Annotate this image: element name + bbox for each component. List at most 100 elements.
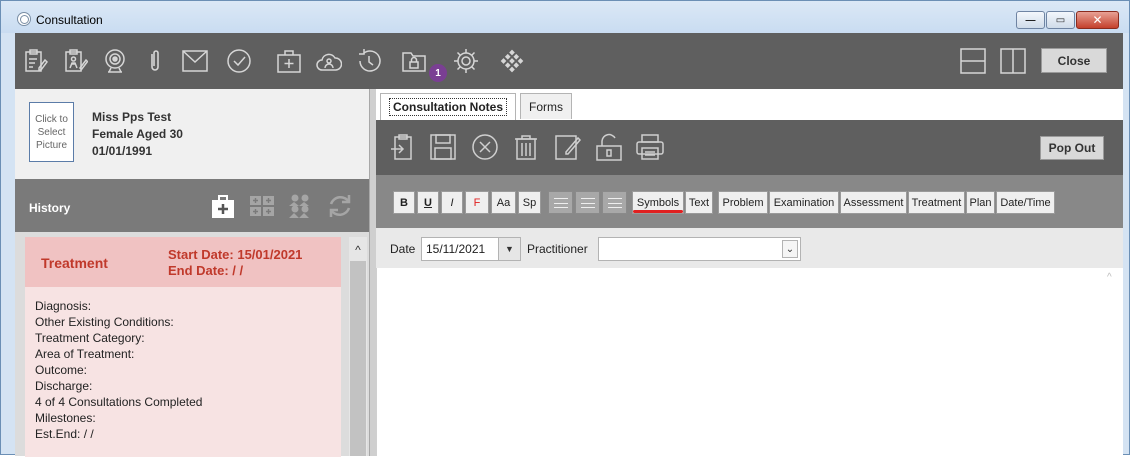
treatment-button[interactable]: Treatment (908, 191, 965, 214)
consultation-window: Consultation — ▭ ✕ 1 Close Click to Sele… (0, 0, 1130, 457)
card-line: 4 of 4 Consultations Completed (35, 395, 203, 409)
layout-horizontal-icon[interactable] (959, 47, 987, 75)
unlock-icon[interactable] (594, 132, 624, 162)
card-line: Discharge: (35, 379, 93, 393)
chevron-up-icon[interactable]: ^ (351, 243, 365, 257)
notes-scrollbar[interactable]: ^ (1105, 272, 1119, 452)
bold-button[interactable]: B (393, 191, 415, 214)
maximize-icon: ▭ (1055, 14, 1066, 26)
treatment-card-body: Diagnosis: Other Existing Conditions: Tr… (35, 298, 202, 442)
history-list: Treatment Start Date: 15/01/2021 End Dat… (15, 232, 369, 457)
treatment-card[interactable]: Treatment Start Date: 15/01/2021 End Dat… (25, 237, 341, 457)
card-line: Diagnosis: (35, 299, 92, 313)
cloud-people-icon[interactable] (315, 47, 343, 75)
date-picker[interactable]: 15/11/2021 ▼ (421, 237, 521, 261)
format-bar: B U I F Aa Sp Symbols Text Problem Exami… (376, 175, 1123, 228)
treatment-dates: Start Date: 15/01/2021 End Date: / / (168, 247, 302, 279)
import-icon[interactable] (388, 132, 418, 162)
patient-name: Miss Pps Test (92, 110, 172, 124)
folder-badge: 1 (429, 64, 447, 82)
tab-forms[interactable]: Forms (520, 93, 572, 119)
date-value: 15/11/2021 (426, 242, 486, 256)
layout-vertical-icon[interactable] (999, 47, 1027, 75)
notes-toolbar: Pop Out (376, 120, 1123, 175)
symbols-highlight (633, 210, 683, 213)
minimize-button[interactable]: — (1016, 11, 1045, 29)
card-line: Outcome: (35, 363, 88, 377)
practitioner-select[interactable]: ⌄ (598, 237, 801, 261)
app-logo-icon (17, 12, 31, 26)
folder-lock-icon[interactable] (400, 47, 428, 75)
save-icon[interactable] (428, 132, 458, 162)
trash-icon[interactable] (511, 132, 541, 162)
people-group-icon[interactable] (285, 191, 315, 221)
practitioner-label: Practitioner (527, 242, 588, 256)
align-center-icon (580, 197, 595, 208)
gear-icon[interactable] (452, 47, 480, 75)
date-time-button[interactable]: Date/Time (996, 191, 1055, 214)
align-right-icon (607, 197, 622, 208)
history-clock-icon[interactable] (355, 47, 383, 75)
align-left-icon (553, 197, 568, 208)
clipboard-edit-icon[interactable] (21, 47, 49, 75)
window-close-button[interactable]: ✕ (1076, 11, 1119, 29)
align-right-button[interactable] (602, 191, 627, 214)
window-controls: — ▭ ✕ (1016, 11, 1119, 29)
clipboard-person-icon[interactable] (61, 47, 89, 75)
examination-button[interactable]: Examination (769, 191, 839, 214)
chevron-up-icon[interactable]: ^ (1107, 272, 1112, 283)
edit-note-icon[interactable] (553, 132, 583, 162)
pane-splitter[interactable] (369, 89, 376, 456)
problem-button[interactable]: Problem (718, 191, 768, 214)
title-bar: Consultation — ▭ ✕ (1, 1, 1129, 33)
webcam-icon[interactable] (101, 47, 129, 75)
card-line: Milestones: (35, 411, 96, 425)
refresh-icon[interactable] (325, 191, 355, 221)
patient-gender-age: Female Aged 30 (92, 127, 183, 141)
align-center-button[interactable] (575, 191, 600, 214)
select-picture-button[interactable]: Click to Select Picture (29, 102, 74, 162)
patient-header: Click to Select Picture Miss Pps Test Fe… (15, 89, 369, 179)
medical-grid-icon[interactable] (247, 191, 277, 221)
medical-kit-icon[interactable] (275, 47, 303, 75)
history-bar: History (15, 179, 369, 232)
treatment-title: Treatment (41, 255, 108, 271)
patient-dob: 01/01/1991 (92, 144, 153, 158)
maximize-button[interactable]: ▭ (1046, 11, 1075, 29)
tab-consultation-notes[interactable]: Consultation Notes (380, 93, 516, 120)
minimize-icon: — (1025, 14, 1036, 26)
card-line: Other Existing Conditions: (35, 315, 174, 329)
close-icon: ✕ (1092, 13, 1103, 27)
align-left-button[interactable] (548, 191, 573, 214)
checkmark-circle-icon[interactable] (225, 47, 253, 75)
card-line: Treatment Category: (35, 331, 145, 345)
paperclip-icon[interactable] (141, 47, 169, 75)
font-color-button[interactable]: F (465, 191, 489, 214)
main-toolbar: 1 Close (15, 33, 1123, 89)
underline-button[interactable]: U (417, 191, 439, 214)
plan-button[interactable]: Plan (966, 191, 995, 214)
chevron-down-icon[interactable]: ⌄ (782, 240, 798, 258)
printer-icon[interactable] (635, 132, 665, 162)
tab-strip: Consultation Notes Forms (376, 89, 1123, 120)
pop-out-button[interactable]: Pop Out (1040, 136, 1104, 160)
italic-button[interactable]: I (441, 191, 463, 214)
add-medical-icon[interactable] (208, 191, 238, 221)
triangle-down-icon[interactable]: ▼ (498, 238, 520, 260)
history-label: History (29, 201, 71, 215)
cancel-circle-icon[interactable] (470, 132, 500, 162)
spellcheck-button[interactable]: Sp (518, 191, 541, 214)
envelope-icon[interactable] (181, 47, 209, 75)
treatment-card-header: Treatment Start Date: 15/01/2021 End Dat… (25, 237, 341, 287)
card-line: Est.End: / / (35, 427, 94, 441)
notes-editor[interactable]: ^ (376, 268, 1123, 456)
close-button[interactable]: Close (1041, 48, 1107, 73)
card-line: Area of Treatment: (35, 347, 135, 361)
treatment-start-date: Start Date: 15/01/2021 (168, 247, 303, 262)
grid-diamond-icon[interactable] (498, 47, 526, 75)
text-button[interactable]: Text (685, 191, 713, 214)
assessment-button[interactable]: Assessment (840, 191, 907, 214)
history-scrollbar[interactable]: ^ (349, 237, 367, 456)
scrollbar-thumb[interactable] (350, 261, 366, 456)
font-size-button[interactable]: Aa (491, 191, 516, 214)
